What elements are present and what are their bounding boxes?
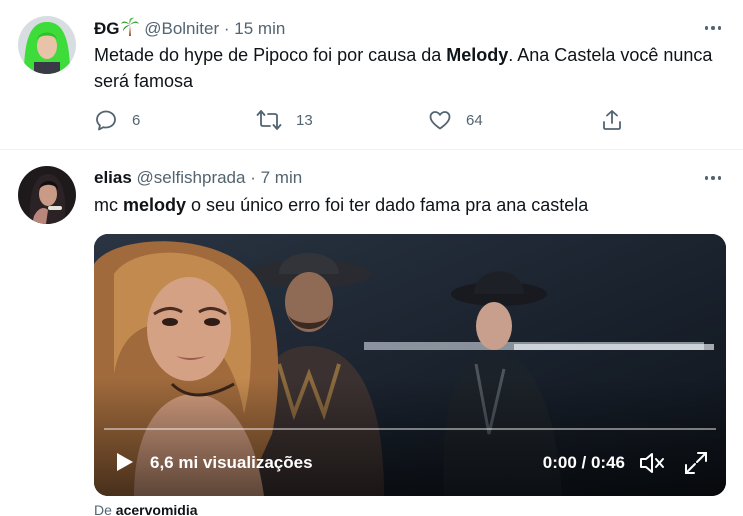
retweet-icon <box>256 108 282 132</box>
tweet-1[interactable]: ĐG @Bolniter · 15 min Metade do hype de … <box>0 0 743 150</box>
source-prefix: De <box>94 502 112 516</box>
display-name[interactable]: elias <box>94 168 132 187</box>
timestamp[interactable]: 15 min <box>234 19 285 38</box>
video-player[interactable]: 6,6 mi visualizações 0:00 / 0:46 <box>94 234 726 496</box>
tweet-text: Metade do hype de Pipoco foi por causa d… <box>94 42 714 94</box>
tweet-text-part: o seu único erro foi ter dado fama pra a… <box>186 195 589 215</box>
tweet-text: mc melody o seu único erro foi ter dado … <box>94 192 714 218</box>
like-button[interactable]: 64 <box>428 108 483 132</box>
retweet-count: 13 <box>296 111 313 129</box>
tweet-text-bold: melody <box>123 195 187 215</box>
tweet-header: ĐG @Bolniter · 15 min <box>94 17 285 43</box>
more-options-icon[interactable] <box>703 18 723 38</box>
video-controls: 6,6 mi visualizações 0:00 / 0:46 <box>94 430 726 496</box>
share-icon <box>600 108 624 132</box>
tweet-2[interactable]: elias @selfishprada · 7 min mc melody o … <box>0 150 743 516</box>
separator: · <box>223 19 230 38</box>
video-timecode: 0:00 / 0:46 <box>542 453 625 472</box>
handle[interactable]: @Bolniter <box>144 19 219 38</box>
reply-button[interactable]: 6 <box>94 108 140 132</box>
like-count: 64 <box>466 111 483 129</box>
avatar[interactable] <box>18 16 76 74</box>
fullscreen-icon[interactable] <box>683 450 709 481</box>
tweet-text-part: mc <box>94 195 123 215</box>
handle[interactable]: @selfishprada <box>137 168 246 187</box>
share-button[interactable] <box>600 108 624 132</box>
view-count: 6,6 mi visualizações <box>150 453 313 472</box>
display-name[interactable]: ĐG <box>94 19 120 38</box>
play-icon[interactable] <box>116 452 134 472</box>
reply-icon <box>94 108 118 132</box>
volume-icon[interactable] <box>638 450 666 481</box>
video-source: De acervomidia <box>94 502 198 516</box>
retweet-button[interactable]: 13 <box>256 108 313 132</box>
timestamp[interactable]: 7 min <box>261 168 303 187</box>
heart-icon <box>428 108 452 132</box>
tweet-header: elias @selfishprada · 7 min <box>94 167 302 189</box>
reply-count: 6 <box>132 111 141 129</box>
tweet-text-bold: Melody <box>446 45 509 65</box>
tweet-actions: 6 13 64 <box>94 108 654 134</box>
source-name[interactable]: acervomidia <box>116 502 198 516</box>
palm-tree-icon <box>120 17 140 43</box>
tweet-text-part: Metade do hype de Pipoco foi por causa d… <box>94 45 447 65</box>
avatar[interactable] <box>18 166 76 224</box>
separator: · <box>250 168 256 187</box>
more-options-icon[interactable] <box>703 168 723 188</box>
